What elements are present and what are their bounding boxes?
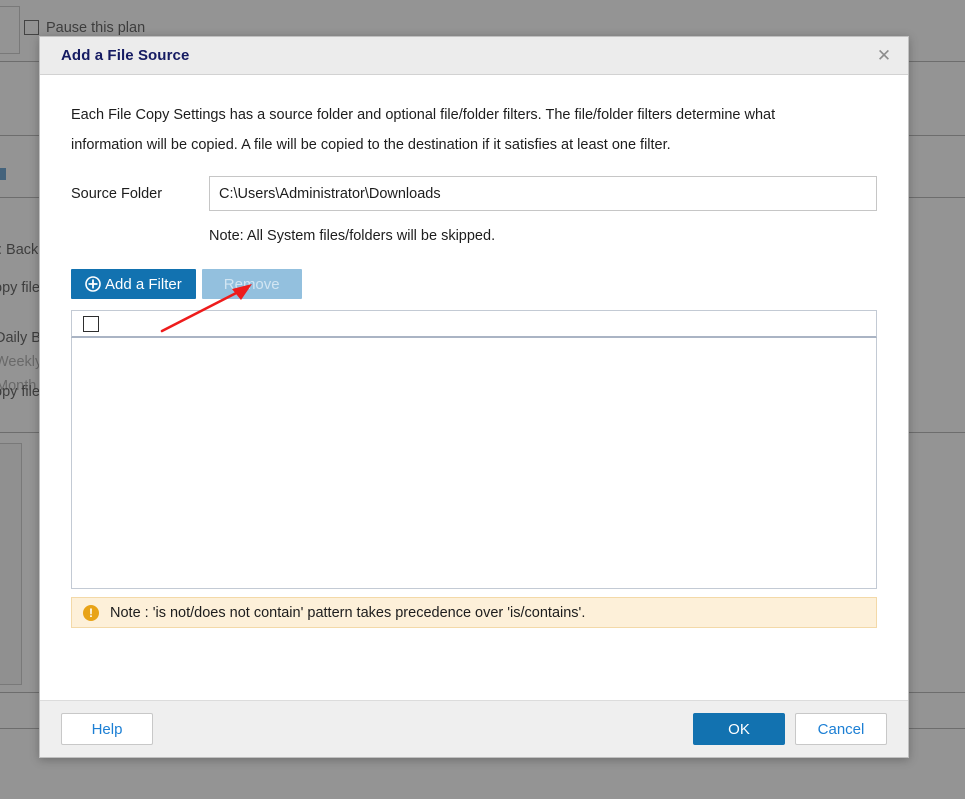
source-folder-input[interactable]: [209, 176, 877, 211]
filter-grid-body[interactable]: [71, 338, 877, 589]
dialog-titlebar: Add a File Source ✕: [40, 37, 908, 75]
system-files-note: Note: All System files/folders will be s…: [209, 228, 496, 244]
select-all-checkbox[interactable]: [83, 315, 99, 332]
add-a-filter-label: Add a Filter: [105, 275, 182, 293]
plus-circle-icon: [85, 276, 101, 292]
exclamation-circle-icon: !: [83, 604, 99, 621]
cancel-button[interactable]: Cancel: [795, 713, 887, 745]
source-folder-row: Source Folder: [71, 176, 877, 211]
dialog-title: Add a File Source: [61, 47, 190, 64]
close-icon[interactable]: ✕: [872, 44, 896, 68]
dialog-description: Each File Copy Settings has a source fol…: [71, 107, 776, 153]
precedence-note-bar: ! Note : 'is not/does not contain' patte…: [71, 597, 877, 628]
filter-toolbar: Add a Filter Remove: [71, 269, 877, 299]
ok-button[interactable]: OK: [693, 713, 785, 745]
dialog-body: Each File Copy Settings has a source fol…: [40, 75, 908, 700]
help-button[interactable]: Help: [61, 713, 153, 745]
remove-filter-label: Remove: [223, 275, 280, 293]
filter-grid-header: [71, 310, 877, 338]
precedence-note-text: Note : 'is not/does not contain' pattern…: [110, 604, 586, 621]
add-file-source-dialog: Add a File Source ✕ Each File Copy Setti…: [39, 36, 909, 758]
add-a-filter-button[interactable]: Add a Filter: [71, 269, 196, 299]
remove-filter-button[interactable]: Remove: [201, 269, 302, 299]
dialog-footer: Help OK Cancel: [40, 700, 908, 757]
source-folder-label: Source Folder: [71, 185, 163, 202]
